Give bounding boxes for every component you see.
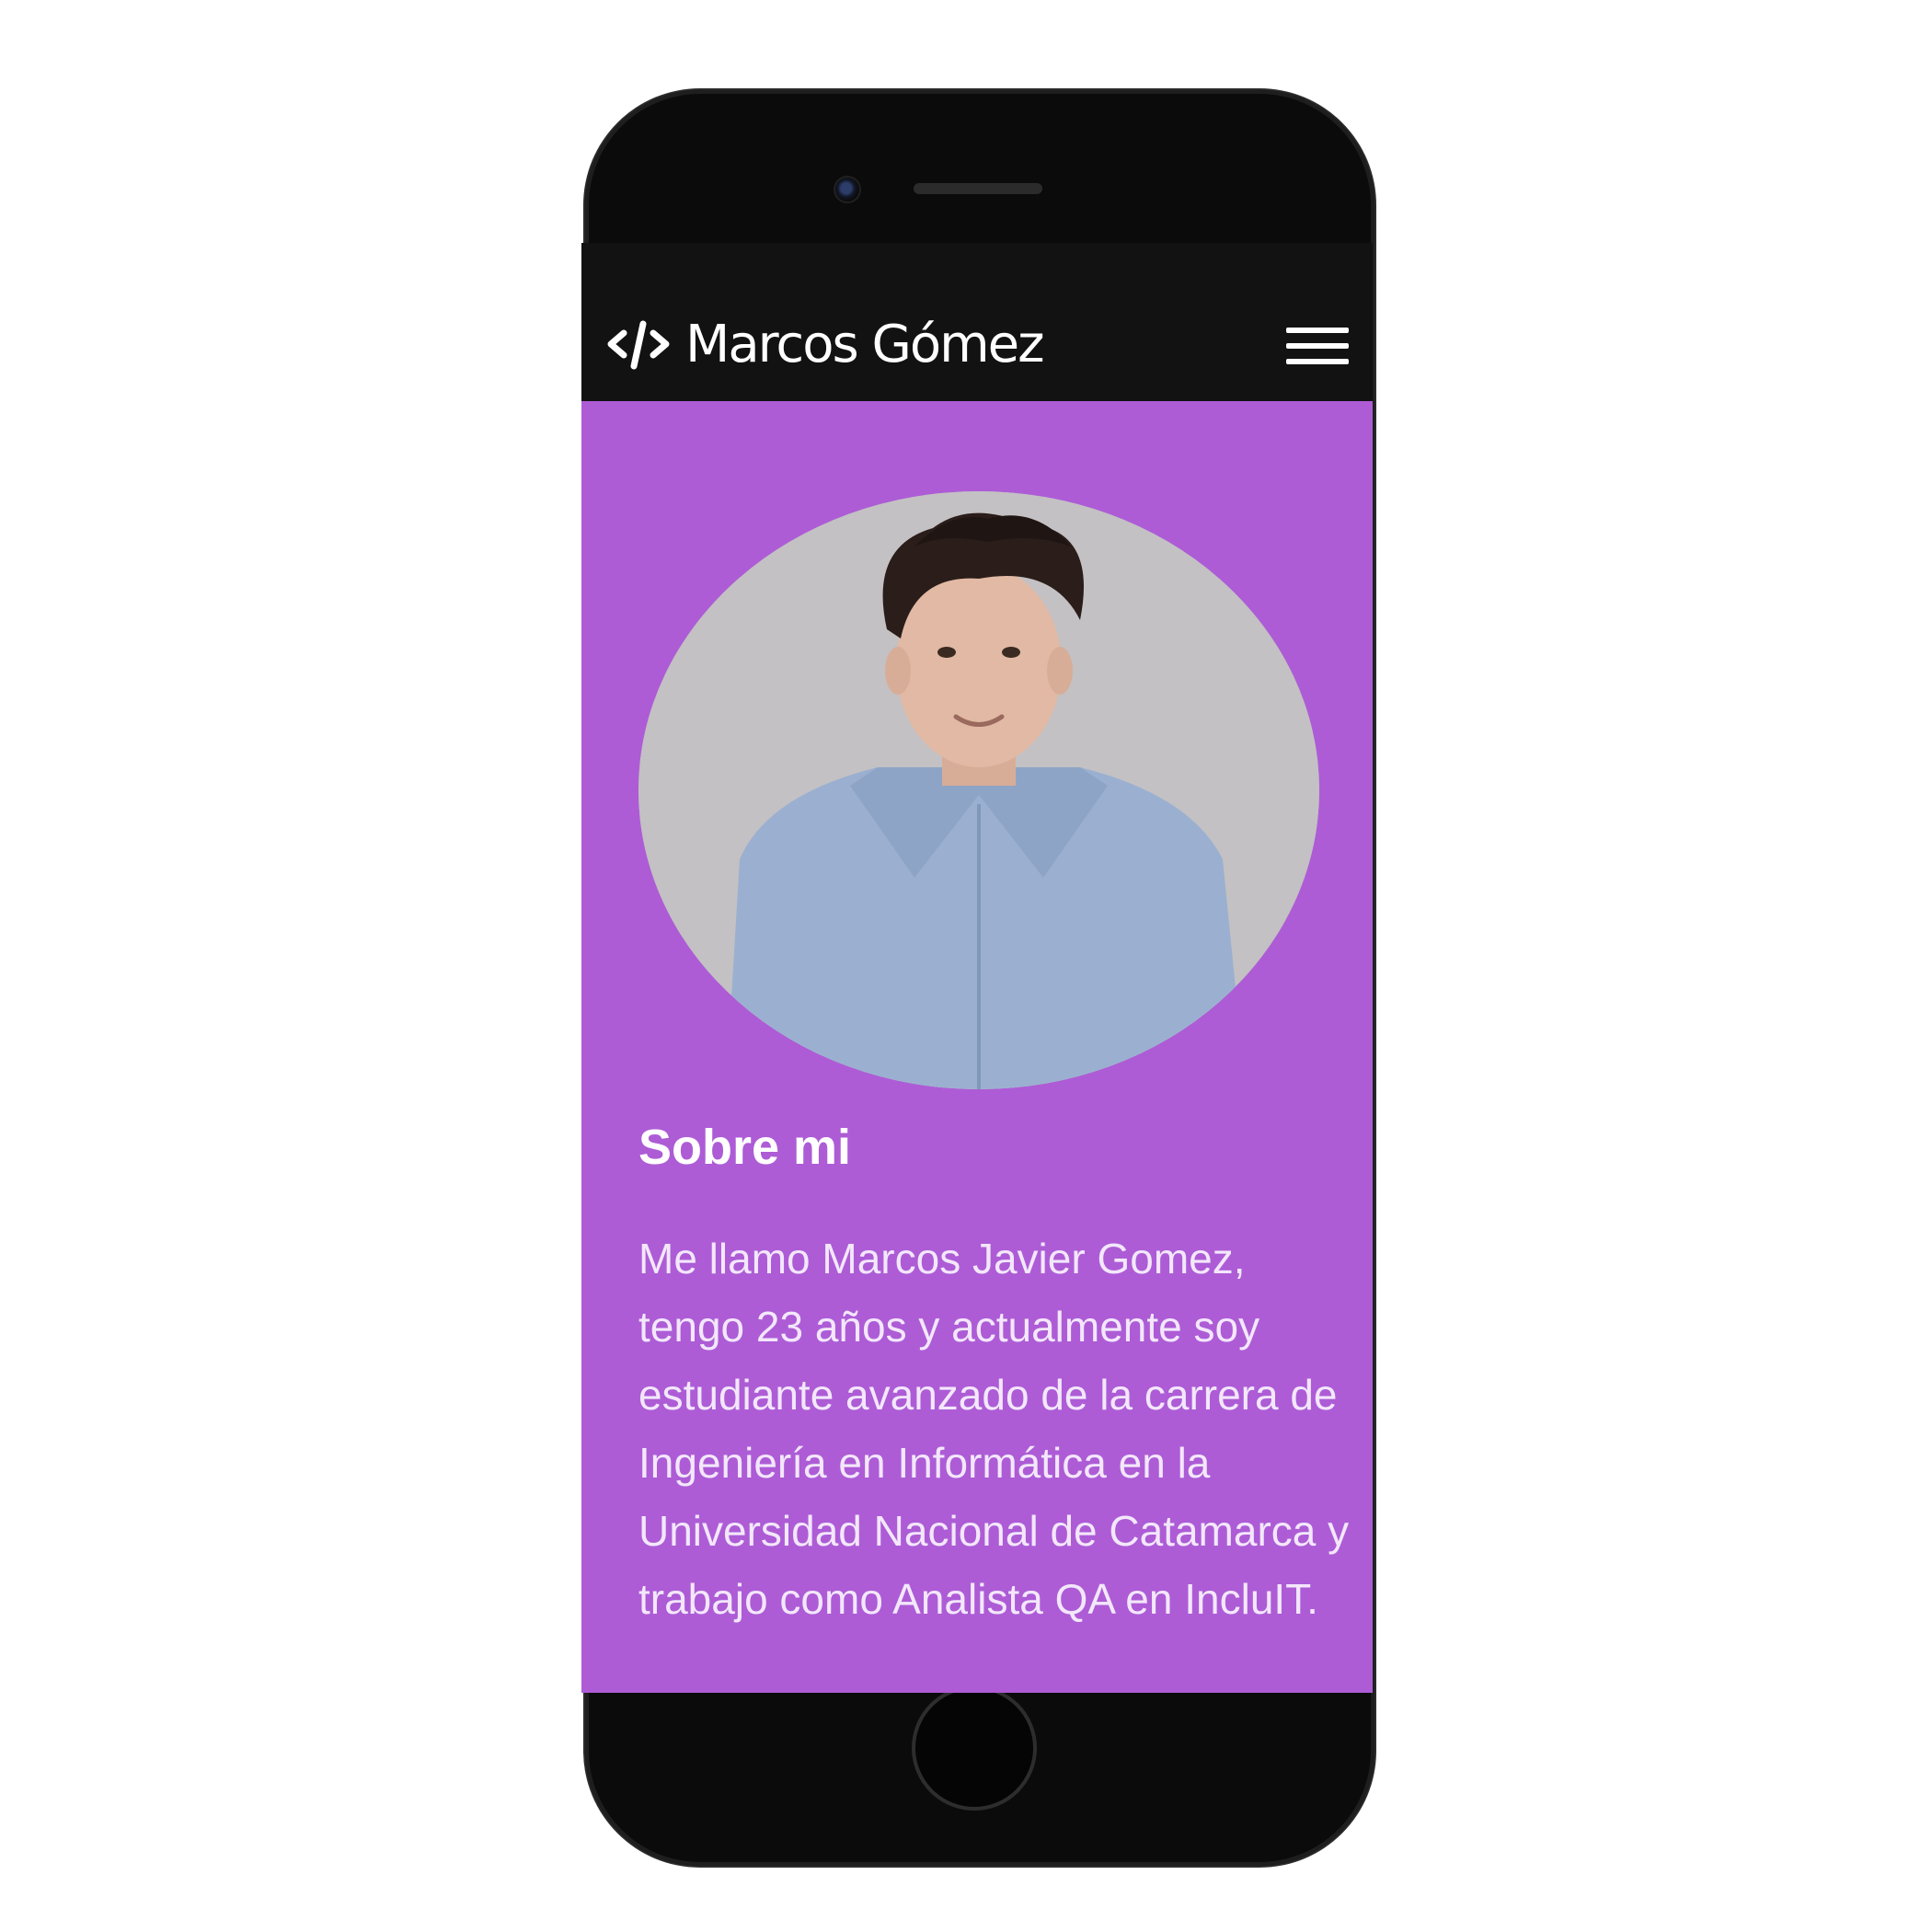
about-text: Me llamo Marcos Javier Gomez, tengo 23 a… xyxy=(638,1235,1350,1623)
profile-photo xyxy=(638,491,1319,1089)
about-title: Sobre mi xyxy=(638,1120,852,1175)
hamburger-menu-icon[interactable] xyxy=(1286,328,1349,364)
earpiece-speaker xyxy=(914,183,1042,194)
brand-name: Marcos Gómez xyxy=(685,314,1045,374)
front-camera xyxy=(834,176,861,203)
brand-link[interactable]: Marcos Gómez xyxy=(606,314,1045,374)
code-icon xyxy=(607,320,670,370)
home-button[interactable] xyxy=(912,1685,1037,1811)
navbar: Marcos Gómez xyxy=(581,243,1373,401)
phone-screen: Marcos Gómez Sobre mi Me llamo Marcos Ja… xyxy=(581,243,1373,1693)
